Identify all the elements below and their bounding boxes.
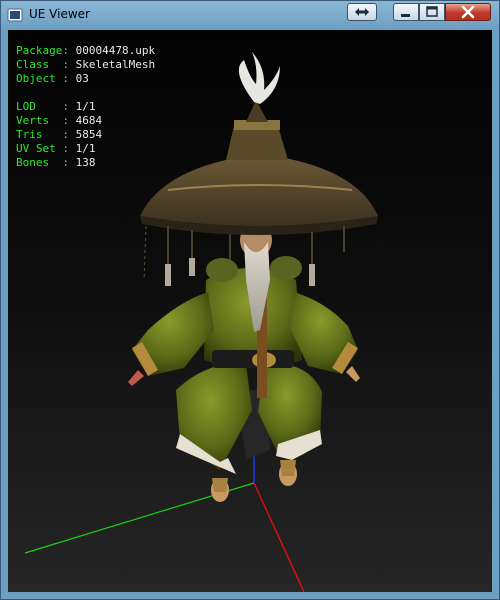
info-row-b-1: Verts : 4684 bbox=[16, 114, 155, 128]
double-arrow-icon bbox=[355, 8, 369, 16]
close-icon bbox=[461, 5, 475, 19]
info-value: SkeletalMesh bbox=[75, 58, 156, 71]
info-value: 1/1 bbox=[75, 142, 96, 155]
info-label: Verts : bbox=[16, 114, 76, 127]
app-icon bbox=[7, 8, 23, 22]
minimize-button[interactable] bbox=[393, 3, 419, 21]
title-bar[interactable]: UE Viewer bbox=[1, 1, 499, 29]
info-label: Object : bbox=[16, 72, 76, 85]
info-row-b-4: Bones : 138 bbox=[16, 156, 155, 170]
info-value: 5854 bbox=[75, 128, 103, 141]
maximize-button[interactable] bbox=[419, 3, 445, 21]
info-value: 138 bbox=[75, 156, 96, 169]
close-button[interactable] bbox=[445, 3, 491, 21]
3d-viewport[interactable]: Package: 00004478.upk Class : SkeletalMes… bbox=[8, 30, 492, 592]
window-title: UE Viewer bbox=[29, 7, 90, 21]
mesh-info-overlay: Package: 00004478.upk Class : SkeletalMes… bbox=[16, 44, 155, 170]
info-value: 00004478.upk bbox=[75, 44, 156, 57]
app-window: UE Viewer Package: 00004478.upk Class: … bbox=[0, 0, 500, 600]
info-label: Tris : bbox=[16, 128, 76, 141]
info-value: 03 bbox=[75, 72, 89, 85]
axis-x-line bbox=[253, 482, 305, 592]
info-row-a-1: Class : SkeletalMesh bbox=[16, 58, 155, 72]
info-label: UV Set : bbox=[16, 142, 76, 155]
info-row-a-2: Object : 03 bbox=[16, 72, 155, 86]
info-value: 1/1 bbox=[75, 100, 96, 113]
info-row-b-3: UV Set : 1/1 bbox=[16, 142, 155, 156]
minimize-icon bbox=[401, 14, 410, 17]
toggle-window-button[interactable] bbox=[347, 3, 377, 21]
info-row-a-0: Package: 00004478.upk bbox=[16, 44, 155, 58]
info-value: 4684 bbox=[75, 114, 103, 127]
info-row-b-0: LOD : 1/1 bbox=[16, 100, 155, 114]
info-label: LOD : bbox=[16, 100, 76, 113]
info-label: Bones : bbox=[16, 156, 76, 169]
info-label: Class : bbox=[16, 58, 76, 71]
info-row-b-2: Tris : 5854 bbox=[16, 128, 155, 142]
maximize-icon bbox=[426, 6, 438, 17]
info-label: Package: bbox=[16, 44, 76, 57]
